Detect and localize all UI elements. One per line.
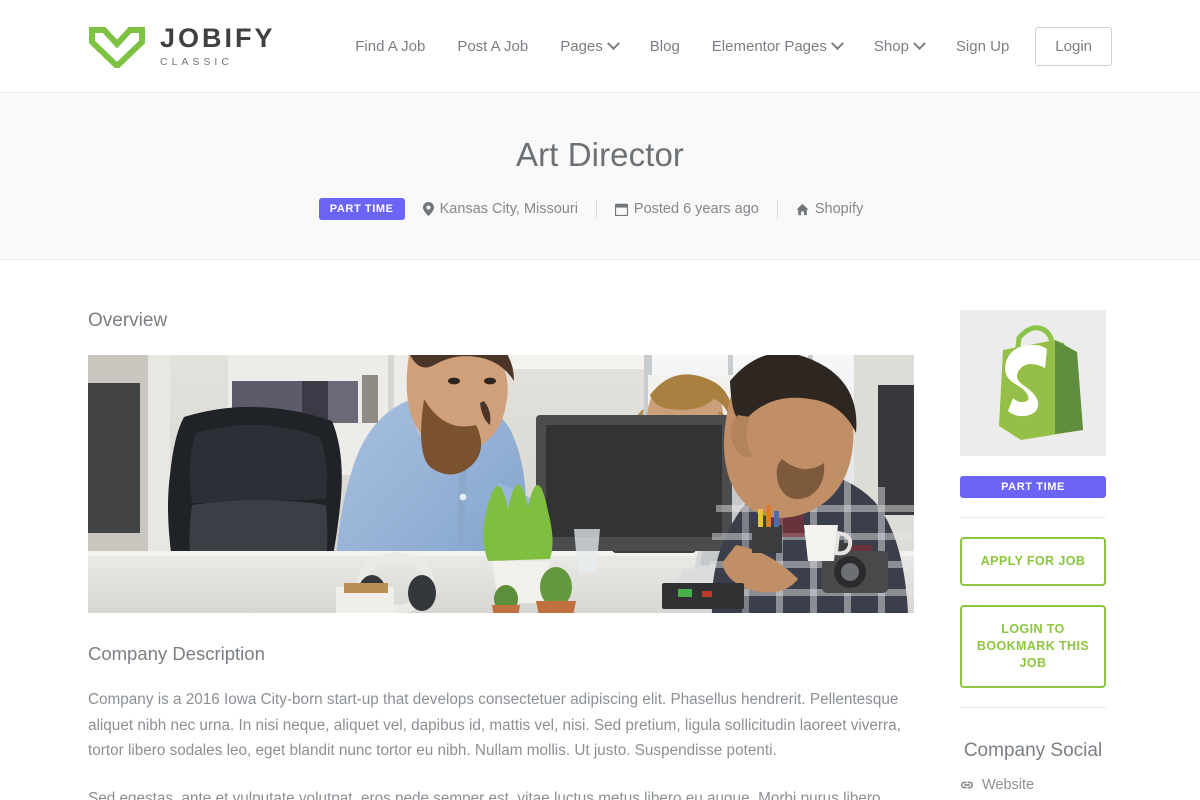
nav-label: Blog — [649, 37, 680, 55]
status-badge-job-type: PART TIME — [318, 198, 405, 220]
company-description-paragraph: Company is a 2016 Iowa City-born start-u… — [88, 691, 901, 759]
jobify-heart-logo-icon — [88, 24, 146, 71]
company-description-paragraph: Sed egestas, ante et vulputate volutpat,… — [88, 789, 885, 800]
nav-label: Shop — [873, 37, 909, 55]
brand-logo[interactable]: JOBIFY CLASSIC — [88, 23, 276, 71]
nav-item-post-a-job[interactable]: Post A Job — [441, 30, 544, 63]
link-icon — [960, 781, 974, 789]
company-logo-box — [960, 310, 1106, 456]
job-sidebar: PART TIME APPLY FOR JOB LOGIN TO BOOKMAR… — [960, 260, 1106, 800]
shopify-logo-icon — [979, 322, 1087, 445]
apply-for-job-button[interactable]: APPLY FOR JOB — [960, 537, 1106, 586]
nav-item-blog[interactable]: Blog — [634, 30, 696, 63]
sidebar-divider — [960, 707, 1106, 708]
meta-location: Kansas City, Missouri — [405, 201, 596, 217]
page-body: Overview Company Description Company is … — [0, 260, 1200, 800]
meta-posted: Posted 6 years ago — [597, 201, 777, 217]
nav-item-shop[interactable]: Shop — [858, 30, 940, 63]
site-header: JOBIFY CLASSIC Find A Job Post A Job Pag… — [0, 0, 1200, 93]
chevron-down-icon — [831, 36, 844, 50]
sidebar-status-badge: PART TIME — [960, 476, 1106, 498]
overview-heading: Overview — [88, 310, 168, 331]
nav-label: Pages — [560, 37, 603, 55]
meta-posted-text: Posted 6 years ago — [633, 201, 759, 217]
chevron-down-icon — [606, 36, 620, 50]
home-icon — [796, 203, 809, 215]
social-item-website[interactable]: Website — [960, 777, 1106, 793]
meta-company-text: Shopify — [814, 201, 864, 217]
job-cover-photo — [88, 355, 914, 613]
nav-item-pages[interactable]: Pages — [544, 30, 634, 63]
chevron-down-icon — [913, 36, 926, 50]
social-item-label: Website — [982, 777, 1035, 793]
brand-subtitle: CLASSIC — [160, 55, 233, 68]
login-to-bookmark-button[interactable]: LOGIN TO BOOKMARK THIS JOB — [960, 605, 1106, 688]
page-title: Art Director — [515, 136, 685, 173]
login-button[interactable]: Login — [1035, 26, 1112, 66]
job-hero-banner: Art Director PART TIME Kansas City, Miss… — [0, 93, 1200, 260]
sidebar-divider — [960, 517, 1106, 518]
job-meta-row: PART TIME Kansas City, Missouri Posted 6… — [318, 198, 882, 220]
nav-label: Find A Job — [355, 37, 426, 55]
calendar-icon — [614, 203, 628, 216]
meta-location-text: Kansas City, Missouri — [439, 201, 578, 217]
company-social-list: Website — [960, 777, 1106, 793]
nav-label: Sign Up — [955, 37, 1010, 55]
company-social-heading: Company Social — [963, 740, 1103, 761]
main-navigation: Find A Job Post A Job Pages Blog Element… — [339, 26, 1112, 66]
meta-company: Shopify — [778, 201, 881, 217]
nav-item-sign-up[interactable]: Sign Up — [940, 30, 1025, 63]
nav-label: Elementor Pages — [711, 37, 827, 55]
nav-item-find-a-job[interactable]: Find A Job — [339, 30, 441, 63]
nav-label: Post A Job — [457, 37, 529, 55]
job-content-column: Overview Company Description Company is … — [88, 260, 914, 800]
company-description-heading: Company Description — [88, 643, 265, 664]
nav-item-elementor-pages[interactable]: Elementor Pages — [696, 30, 858, 63]
map-pin-icon — [422, 202, 434, 216]
brand-title: JOBIFY — [160, 23, 276, 54]
